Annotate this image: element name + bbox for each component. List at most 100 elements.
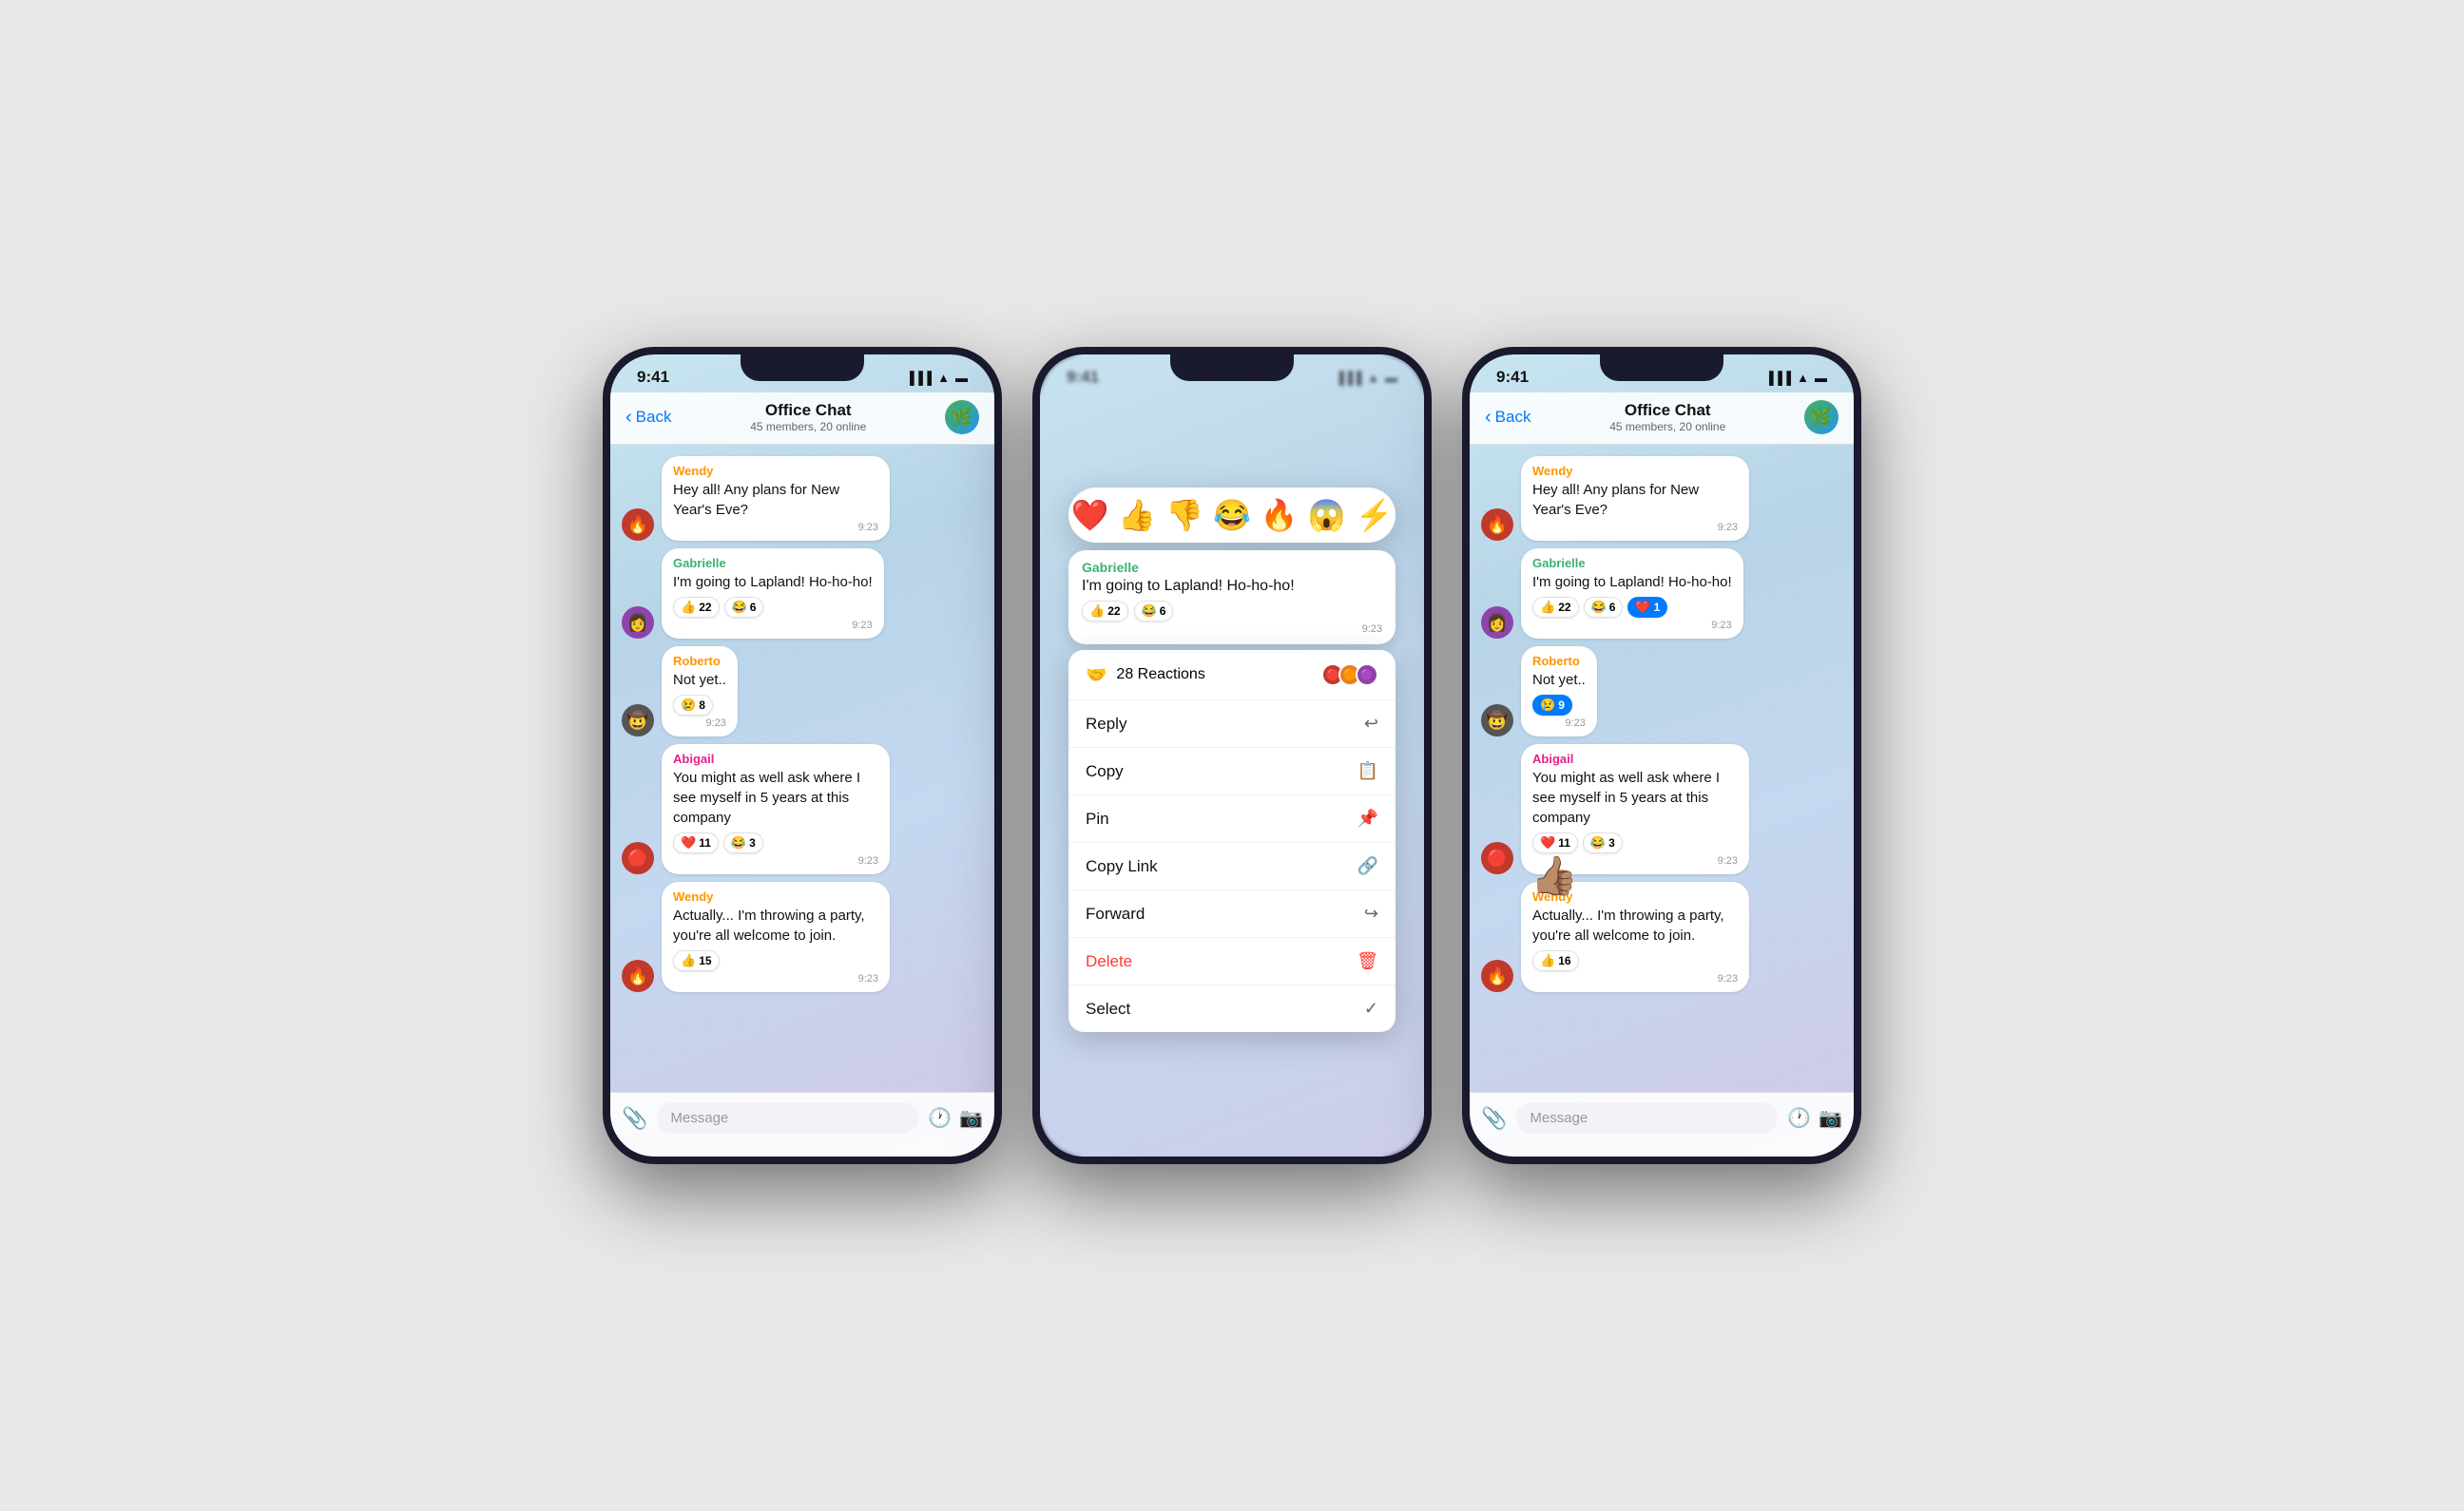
message-bubble[interactable]: Abigail You might as well ask where I se… xyxy=(1521,744,1749,874)
react-thumbsdown[interactable]: 👎 xyxy=(1165,497,1203,533)
copy-label: Copy xyxy=(1086,762,1124,781)
reactions-avatars: 🔴 🟠 🟣 xyxy=(1321,663,1378,686)
reactions-row: 😢9 xyxy=(1532,695,1586,716)
chat-input-bar-left: 📎 Message 🕐 📷 xyxy=(610,1092,994,1157)
battery-icon: ▬ xyxy=(1815,371,1827,385)
wifi-icon: ▲ xyxy=(1797,371,1809,385)
message-text: You might as well ask where I see myself… xyxy=(673,768,878,828)
message-bubble[interactable]: Wendy Hey all! Any plans for New Year's … xyxy=(662,456,890,541)
reaction-badge[interactable]: 👍15 xyxy=(673,950,720,971)
reaction-badge[interactable]: ❤️11 xyxy=(673,832,719,853)
avatar: 🤠 xyxy=(622,704,654,736)
avatar: 🔴 xyxy=(1481,842,1513,874)
message-text: Actually... I'm throwing a party, you're… xyxy=(673,906,878,946)
reactions-hand-icon: 🤝 xyxy=(1086,665,1107,685)
context-menu-item-delete[interactable]: Delete 🗑 xyxy=(1068,938,1396,985)
reaction-badge-active[interactable]: ❤️1 xyxy=(1627,597,1667,618)
reaction-badge[interactable]: 👍16 xyxy=(1532,950,1579,971)
table-row: 👩 Gabrielle I'm going to Lapland! Ho-ho-… xyxy=(622,548,983,639)
react-laugh[interactable]: 😂 xyxy=(1213,497,1251,533)
camera-icon[interactable]: 📷 xyxy=(959,1106,983,1130)
context-menu-item-select[interactable]: Select ✓ xyxy=(1068,985,1396,1032)
avatar: 🤠 xyxy=(1481,704,1513,736)
message-time: 9:23 xyxy=(673,522,878,533)
reaction-badge[interactable]: 😢8 xyxy=(673,695,713,716)
message-input-right[interactable]: Message xyxy=(1516,1102,1778,1134)
context-message-text: I'm going to Lapland! Ho-ho-ho! xyxy=(1082,578,1382,595)
message-bubble[interactable]: Abigail You might as well ask where I se… xyxy=(662,744,890,874)
reactions-row: 👍22 😂6 ❤️1 xyxy=(1532,597,1732,618)
reaction-badge[interactable]: 👍22 xyxy=(1082,601,1128,622)
schedule-icon[interactable]: 🕐 xyxy=(928,1106,952,1130)
phone-left: ❄ 9:41 ▐▐▐ ▲ ▬ ‹ Back Office Chat 45 mem… xyxy=(603,347,1002,1164)
message-text: You might as well ask where I see myself… xyxy=(1532,768,1738,828)
message-bubble[interactable]: Wendy Actually... I'm throwing a party, … xyxy=(1521,882,1749,992)
pin-label: Pin xyxy=(1086,810,1109,829)
reaction-badge[interactable]: ❤️11 xyxy=(1532,832,1578,853)
copylink-icon: 🔗 xyxy=(1357,856,1378,876)
reaction-badge-active[interactable]: 😢9 xyxy=(1532,695,1572,716)
react-fire[interactable]: 🔥 xyxy=(1261,497,1299,533)
reaction-avatar: 🟣 xyxy=(1356,663,1378,686)
message-text: I'm going to Lapland! Ho-ho-ho! xyxy=(1532,572,1732,592)
reaction-badge[interactable]: 👍22 xyxy=(673,597,720,618)
camera-icon-right[interactable]: 📷 xyxy=(1819,1106,1842,1130)
schedule-icon-right[interactable]: 🕐 xyxy=(1787,1106,1811,1130)
context-reactions: 👍22 😂6 xyxy=(1082,601,1382,622)
message-input[interactable]: Message xyxy=(657,1102,918,1134)
back-chevron-left: ‹ xyxy=(626,407,632,429)
avatar: 🔥 xyxy=(622,960,654,992)
time-right: 9:41 xyxy=(1496,368,1529,387)
reaction-badge[interactable]: 😂3 xyxy=(723,832,763,853)
reactions-row: ❤️11 😂3 xyxy=(1532,832,1738,853)
reaction-badge[interactable]: 👍22 xyxy=(1532,597,1579,618)
chat-area-right: 🔥 Wendy Hey all! Any plans for New Year'… xyxy=(1470,445,1854,1092)
back-label-left[interactable]: Back xyxy=(636,408,672,427)
context-menu-item-reply[interactable]: Reply ↩ xyxy=(1068,700,1396,748)
delete-icon: 🗑 xyxy=(1357,951,1378,971)
message-bubble[interactable]: Wendy Actually... I'm throwing a party, … xyxy=(662,882,890,992)
context-menu-item-copylink[interactable]: Copy Link 🔗 xyxy=(1068,843,1396,890)
message-bubble[interactable]: Gabrielle I'm going to Lapland! Ho-ho-ho… xyxy=(662,548,884,639)
react-lightning[interactable]: ⚡ xyxy=(1356,497,1394,533)
copy-icon: 📋 xyxy=(1357,761,1378,781)
attachment-icon-right[interactable]: 📎 xyxy=(1481,1106,1507,1131)
react-heart[interactable]: ❤️ xyxy=(1071,497,1109,533)
back-button-left[interactable]: ‹ Back xyxy=(626,407,671,429)
message-bubble[interactable]: Roberto Not yet.. 😢8 9:23 xyxy=(662,646,738,736)
reaction-badge[interactable]: 😂6 xyxy=(1134,601,1174,622)
back-label-right[interactable]: Back xyxy=(1495,408,1531,427)
back-button-right[interactable]: ‹ Back xyxy=(1485,407,1530,429)
reactions-row: 😢8 xyxy=(673,695,726,716)
phone-right: ❄ 9:41 ▐▐▐ ▲ ▬ ‹ Back Office Chat 45 mem… xyxy=(1462,347,1861,1164)
reaction-badge[interactable]: 😂6 xyxy=(1584,597,1624,618)
message-bubble[interactable]: Gabrielle I'm going to Lapland! Ho-ho-ho… xyxy=(1521,548,1743,639)
signal-icon: ▐▐▐ xyxy=(905,371,932,385)
sender-name: Roberto xyxy=(673,654,726,668)
react-scared[interactable]: 😱 xyxy=(1308,497,1346,533)
sender-name: Abigail xyxy=(1532,752,1738,766)
table-row: 🔥 Wendy Actually... I'm throwing a party… xyxy=(622,882,983,992)
group-avatar-right[interactable]: 🌿 xyxy=(1804,400,1838,434)
message-bubble[interactable]: Roberto Not yet.. 😢9 9:23 xyxy=(1521,646,1597,736)
react-thumbsup[interactable]: 👍 xyxy=(1118,497,1156,533)
reaction-badge[interactable]: 😂6 xyxy=(724,597,764,618)
message-text: Actually... I'm throwing a party, you're… xyxy=(1532,906,1738,946)
emoji-reaction-bar: ❤️ 👍 👎 😂 🔥 😱 ⚡ xyxy=(1068,488,1396,543)
context-menu-item-pin[interactable]: Pin 📌 xyxy=(1068,795,1396,843)
avatar: 👩 xyxy=(1481,606,1513,639)
message-text: Hey all! Any plans for New Year's Eve? xyxy=(1532,480,1738,520)
context-sender-name: Gabrielle xyxy=(1082,560,1382,575)
attachment-icon[interactable]: 📎 xyxy=(622,1106,647,1131)
chat-area-left: 🔥 Wendy Hey all! Any plans for New Year'… xyxy=(610,445,994,1092)
message-time: 9:23 xyxy=(673,973,878,985)
message-bubble[interactable]: Wendy Hey all! Any plans for New Year's … xyxy=(1521,456,1749,541)
reactions-count-row[interactable]: 🤝 28 Reactions 🔴 🟠 🟣 xyxy=(1068,650,1396,700)
signal-icon: ▐▐▐ xyxy=(1764,371,1791,385)
header-center-right: Office Chat 45 members, 20 online xyxy=(1530,401,1804,433)
context-menu-item-forward[interactable]: Forward ↪ xyxy=(1068,890,1396,938)
group-avatar-left[interactable]: 🌿 xyxy=(945,400,979,434)
context-menu-item-copy[interactable]: Copy 📋 xyxy=(1068,748,1396,795)
message-text: Hey all! Any plans for New Year's Eve? xyxy=(673,480,878,520)
reaction-badge[interactable]: 😂3 xyxy=(1583,832,1623,853)
